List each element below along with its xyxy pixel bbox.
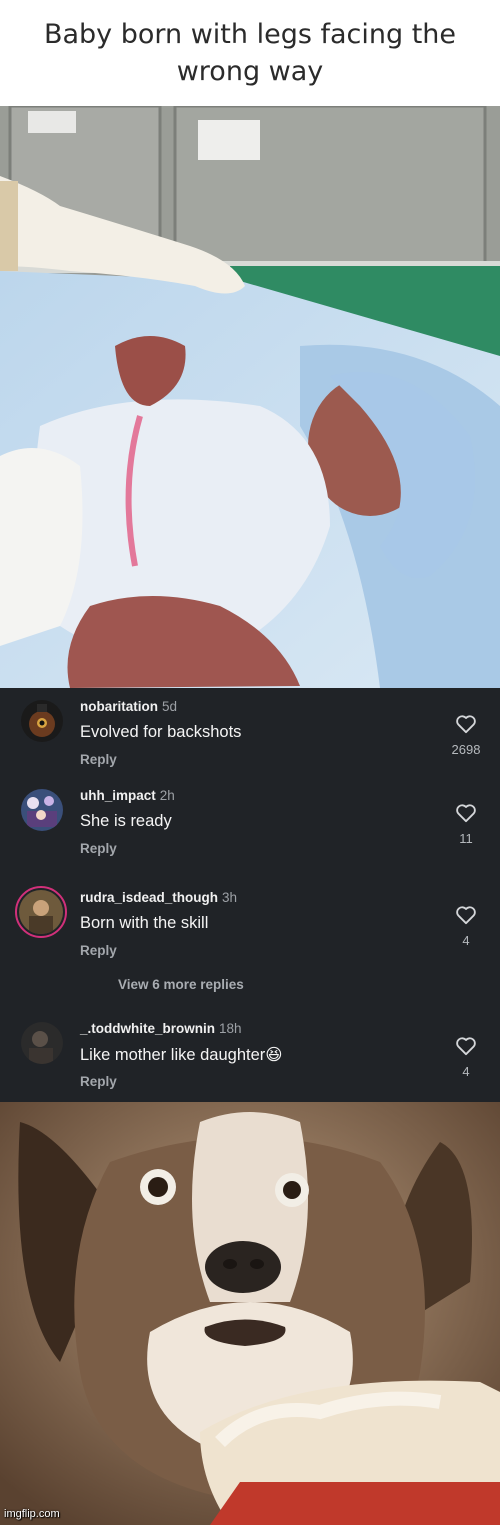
reply-button[interactable]: Reply [80,1074,117,1089]
shocked-dog-image [0,1102,500,1525]
avatar-image [19,890,63,934]
comment-text: Born with the skill [80,914,209,932]
avatar[interactable] [21,700,63,742]
dog-illustration [0,1102,500,1525]
like-count: 4 [462,933,470,948]
comment-time: 3h [222,890,238,905]
heart-outline-icon[interactable] [455,1036,477,1056]
comment-time: 2h [159,788,175,803]
view-more-replies[interactable]: View 6 more replies [118,977,244,992]
comment-item: _.toddwhite_brownin 18h Like mother like … [0,1010,500,1100]
reply-button[interactable]: Reply [80,943,117,958]
like-count: 4 [462,1064,470,1079]
avatar-image [21,789,63,831]
avatar[interactable] [21,789,63,831]
heart-outline-icon[interactable] [455,714,477,734]
comment-item: rudra_isdead_though 3h Born with the skil… [0,879,500,969]
avatar-image [21,700,63,742]
heart-outline-icon[interactable] [455,803,477,823]
imgflip-watermark: imgflip.com [4,1508,60,1520]
like-count: 11 [459,831,473,846]
comment-time: 18h [219,1021,242,1036]
reply-button[interactable]: Reply [80,752,117,767]
comment-text: Evolved for backshots [80,723,242,741]
comment-username[interactable]: rudra_isdead_though 3h [80,890,237,905]
comment-username[interactable]: _.toddwhite_brownin 18h [80,1021,242,1036]
meme-title: Baby born with legs facing the wrong way [0,0,500,106]
comment-text: Like mother like daughter😆 [80,1046,283,1064]
comment-item: nobaritation 5d Evolved for backshots Rep… [0,688,500,778]
comment-username[interactable]: nobaritation 5d [80,699,177,714]
comments-panel: nobaritation 5d Evolved for backshots Rep… [0,688,500,1102]
avatar[interactable] [21,1022,63,1064]
baby-photo [0,106,500,688]
heart-outline-icon[interactable] [455,905,477,925]
title-line-2: wrong way [176,56,324,87]
comment-text: She is ready [80,812,172,830]
comment-item: uhh_impact 2h She is ready Reply 11 [0,777,500,867]
comment-username[interactable]: uhh_impact 2h [80,788,175,803]
reply-button[interactable]: Reply [80,841,117,856]
baby-photo-illustration [0,106,500,688]
title-line-1: Baby born with legs facing the [43,19,457,50]
story-avatar[interactable] [15,886,67,938]
like-count: 2698 [451,742,481,757]
avatar-image [21,1022,63,1064]
comment-time: 5d [162,699,178,714]
